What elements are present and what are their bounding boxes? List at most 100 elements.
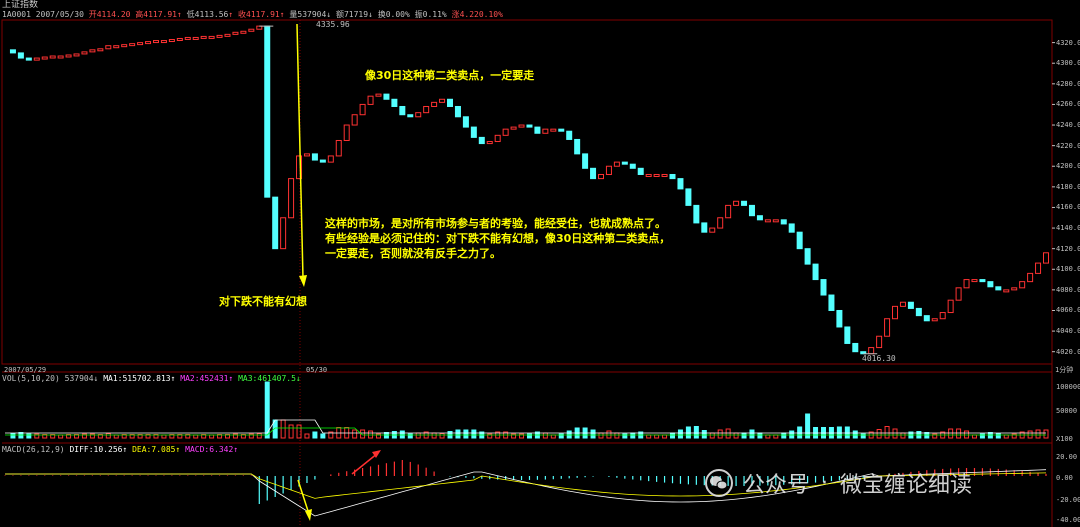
macd-legend: MACD(26,12,9) DIFF:10.256↑ DEA:7.085↑ MA… bbox=[2, 445, 238, 455]
volume-bar bbox=[654, 434, 660, 439]
candle bbox=[566, 130, 573, 140]
candle bbox=[844, 326, 851, 344]
candle bbox=[788, 223, 795, 233]
candle bbox=[884, 318, 891, 337]
candle bbox=[184, 36, 191, 40]
volume-bar bbox=[733, 432, 739, 439]
volume-bar bbox=[58, 434, 64, 439]
volume-bar bbox=[105, 433, 111, 439]
volume-bars bbox=[5, 381, 1049, 439]
candle bbox=[717, 217, 724, 229]
candle bbox=[542, 128, 549, 134]
candle bbox=[733, 200, 740, 206]
candle bbox=[1011, 287, 1018, 291]
vol-value: 537904 bbox=[64, 374, 94, 383]
watermark-separator: · bbox=[821, 470, 829, 496]
candle bbox=[947, 299, 954, 314]
volume-ma3-line bbox=[5, 427, 1046, 436]
candle bbox=[1035, 262, 1042, 274]
candle bbox=[605, 165, 612, 175]
price-tick-label: 4260.00 bbox=[1056, 100, 1080, 109]
candle bbox=[25, 57, 32, 61]
candle bbox=[621, 161, 628, 165]
candle bbox=[160, 40, 167, 44]
candle bbox=[311, 153, 318, 161]
candle bbox=[526, 124, 533, 128]
candle bbox=[1027, 272, 1034, 283]
volume-bar bbox=[1043, 429, 1049, 439]
volume-bar bbox=[439, 433, 445, 439]
candle bbox=[470, 126, 477, 138]
candle bbox=[923, 315, 930, 322]
volume-bar bbox=[542, 432, 548, 439]
candle bbox=[955, 287, 962, 301]
annotation-bottom: 对下跌不能有幻想 bbox=[219, 295, 307, 308]
candle bbox=[192, 36, 199, 40]
volume-bar bbox=[312, 431, 318, 439]
macd-diff: DIFF:10.256↑ bbox=[69, 445, 128, 454]
volume-bar bbox=[399, 430, 405, 439]
volume-bar bbox=[209, 434, 215, 439]
candle bbox=[780, 219, 787, 225]
candle bbox=[288, 178, 295, 219]
volume-legend: VOL(5,10,20) 537904↓ MA1:515702.813↑ MA2… bbox=[2, 374, 301, 383]
price-tick-label: 4080.00 bbox=[1056, 285, 1080, 294]
candle bbox=[121, 44, 128, 48]
macd-axis-neg20: -20.00 bbox=[1056, 496, 1080, 504]
volume-bar bbox=[948, 428, 954, 439]
volume-bar bbox=[971, 434, 977, 439]
candle bbox=[756, 215, 763, 221]
candle bbox=[915, 307, 922, 317]
candle bbox=[836, 309, 843, 328]
candle bbox=[407, 114, 414, 118]
volume-ma1-line bbox=[5, 419, 1046, 434]
candle bbox=[590, 167, 597, 180]
candle bbox=[963, 279, 970, 289]
macd-dea: DEA:7.085↑ bbox=[132, 445, 181, 454]
volume-bar bbox=[646, 434, 652, 439]
candle bbox=[772, 219, 779, 223]
macd-axis-20: 20.00 bbox=[1056, 453, 1078, 461]
macd-value: MACD:6.342↑ bbox=[185, 445, 239, 454]
volume-bar bbox=[765, 434, 771, 439]
candle bbox=[168, 39, 175, 43]
annotation-line-1: 这样的市场，是对所有市场参与者的考验，能经受住，也就成熟点了。 bbox=[325, 217, 666, 230]
candle bbox=[272, 196, 279, 250]
volume-bar bbox=[781, 432, 787, 439]
candle bbox=[478, 136, 485, 145]
volume-bar bbox=[685, 426, 691, 439]
price-tick-label: 4020.00 bbox=[1056, 347, 1080, 356]
volume-bar bbox=[852, 430, 858, 439]
volume-bar bbox=[709, 432, 715, 439]
candle bbox=[145, 41, 152, 45]
candle bbox=[701, 222, 708, 233]
volume-bar bbox=[1035, 429, 1041, 439]
price-tick-label: 4220.00 bbox=[1056, 141, 1080, 150]
volume-bar bbox=[193, 434, 199, 439]
candle bbox=[73, 53, 80, 57]
price-tick-label: 4140.00 bbox=[1056, 224, 1080, 233]
volume-bar bbox=[320, 433, 326, 439]
candle bbox=[748, 204, 755, 217]
volume-bar bbox=[717, 429, 723, 439]
candle bbox=[550, 128, 557, 132]
candle bbox=[741, 200, 748, 206]
candle bbox=[391, 98, 398, 107]
vol-axis-unit: X100 bbox=[1056, 435, 1073, 443]
candle bbox=[57, 55, 64, 59]
candle bbox=[200, 35, 207, 39]
volume-bar bbox=[805, 413, 811, 439]
price-tick-label: 4100.00 bbox=[1056, 265, 1080, 274]
candle bbox=[868, 347, 875, 355]
candle bbox=[494, 134, 501, 143]
volume-bar bbox=[892, 428, 898, 439]
candle bbox=[558, 128, 565, 132]
price-tick-label: 4040.00 bbox=[1056, 327, 1080, 336]
candle bbox=[319, 159, 326, 163]
candle bbox=[812, 263, 819, 281]
macd-arrow-down-head bbox=[305, 509, 312, 521]
candle bbox=[518, 124, 525, 128]
price-tick-label: 4320.00 bbox=[1056, 38, 1080, 47]
candle bbox=[669, 173, 676, 180]
candle bbox=[892, 305, 899, 320]
